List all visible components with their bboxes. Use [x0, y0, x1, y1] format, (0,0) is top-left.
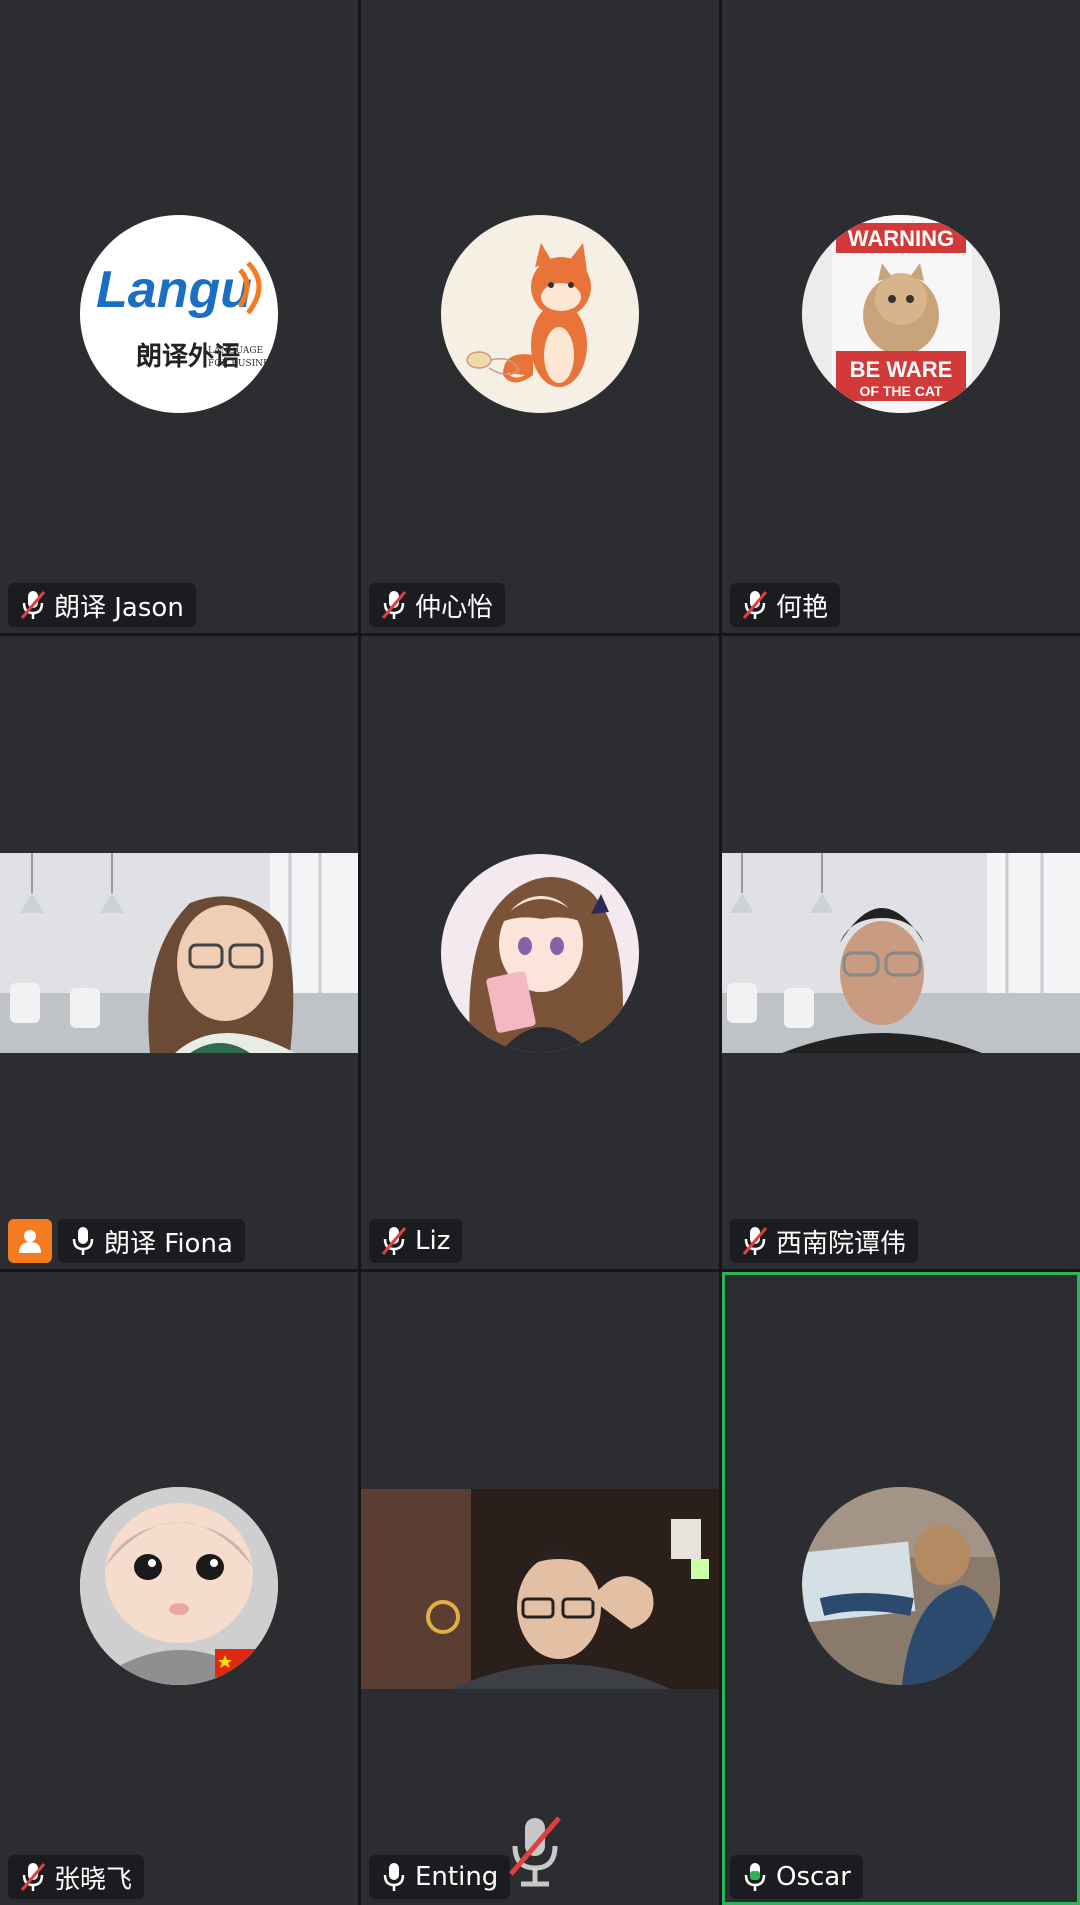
- participant-tile-liz[interactable]: Liz: [361, 636, 719, 1269]
- logo-sub-en2: FOR BUSINESS: [208, 359, 278, 369]
- video-feed-man-dark-room: [361, 1489, 719, 1689]
- mic-muted-icon: [18, 1860, 48, 1894]
- participant-tile-zhangxiaofei[interactable]: 张晓飞: [0, 1272, 358, 1905]
- video-feed-woman-office: [0, 853, 358, 1053]
- name-tag: 张晓飞: [8, 1855, 145, 1899]
- name-tag: Oscar: [730, 1855, 863, 1899]
- participant-name: Liz: [415, 1226, 451, 1256]
- participant-tile-tanwei[interactable]: 西南院谭伟: [722, 636, 1080, 1269]
- participant-tile-heyan[interactable]: WARNING BE WARE OF THE CAT 何艳: [722, 0, 1080, 633]
- mic-muted-icon: [379, 1224, 409, 1258]
- poster-bottom-text: OF THE CAT: [860, 383, 943, 399]
- poster-top-text: WARNING: [848, 226, 954, 251]
- name-tag: 朗译 Fiona: [58, 1219, 245, 1263]
- participant-name: 朗译 Fiona: [104, 1228, 233, 1259]
- mute-toggle-button[interactable]: [505, 1812, 565, 1892]
- name-tag: Liz: [369, 1219, 463, 1263]
- participant-tile-enting[interactable]: Enting: [361, 1272, 719, 1905]
- participant-name: Enting: [415, 1862, 499, 1892]
- avatar-warning-cat-poster: WARNING BE WARE OF THE CAT: [802, 215, 1000, 413]
- name-tag: 何艳: [730, 583, 841, 627]
- participant-tile-fiona[interactable]: 朗译 Fiona: [0, 636, 358, 1269]
- participant-name: 仲心怡: [415, 592, 494, 623]
- logo-sub-en1: LANGUAGE: [208, 346, 263, 356]
- mic-muted-icon: [740, 588, 770, 622]
- mic-on-icon: [68, 1224, 98, 1258]
- name-tag: 仲心怡: [369, 583, 506, 627]
- mic-muted-icon: [740, 1224, 770, 1258]
- avatar-langu-logo: Langu 朗译外语 LANGUAGE FOR BUSINESS: [80, 215, 278, 413]
- avatar-anime-girl: [441, 853, 639, 1052]
- participant-name: Oscar: [776, 1862, 851, 1892]
- avatar-child-with-map: [802, 1487, 1000, 1685]
- logo-text: Langu: [96, 261, 252, 319]
- participant-tile-oscar[interactable]: Oscar: [722, 1272, 1080, 1905]
- participant-name: 西南院谭伟: [776, 1228, 907, 1259]
- avatar-fox-cartoon: [441, 215, 639, 413]
- name-tag: 朗译 Jason: [8, 583, 196, 627]
- participant-grid: Langu 朗译外语 LANGUAGE FOR BUSINESS 朗译 Jaso…: [0, 0, 1080, 1905]
- mic-muted-icon: [379, 588, 409, 622]
- mic-muted-icon: [18, 588, 48, 622]
- host-badge-icon: [8, 1219, 52, 1263]
- participant-name: 何艳: [776, 592, 829, 623]
- name-tag: Enting: [369, 1855, 511, 1899]
- participant-name: 朗译 Jason: [54, 592, 184, 623]
- participant-tile-jason[interactable]: Langu 朗译外语 LANGUAGE FOR BUSINESS 朗译 Jaso…: [0, 0, 358, 633]
- microphone-muted-icon: [509, 1816, 561, 1887]
- poster-mid-text: BE WARE: [850, 357, 953, 382]
- video-feed-man-office: [722, 853, 1080, 1053]
- mic-on-icon: [379, 1860, 409, 1894]
- name-tag: 西南院谭伟: [730, 1219, 919, 1263]
- avatar-baby-photo: [80, 1487, 278, 1685]
- participant-name: 张晓飞: [54, 1864, 133, 1895]
- mic-speaking-icon: [740, 1860, 770, 1894]
- participant-tile-zhongxinyi[interactable]: 仲心怡: [361, 0, 719, 633]
